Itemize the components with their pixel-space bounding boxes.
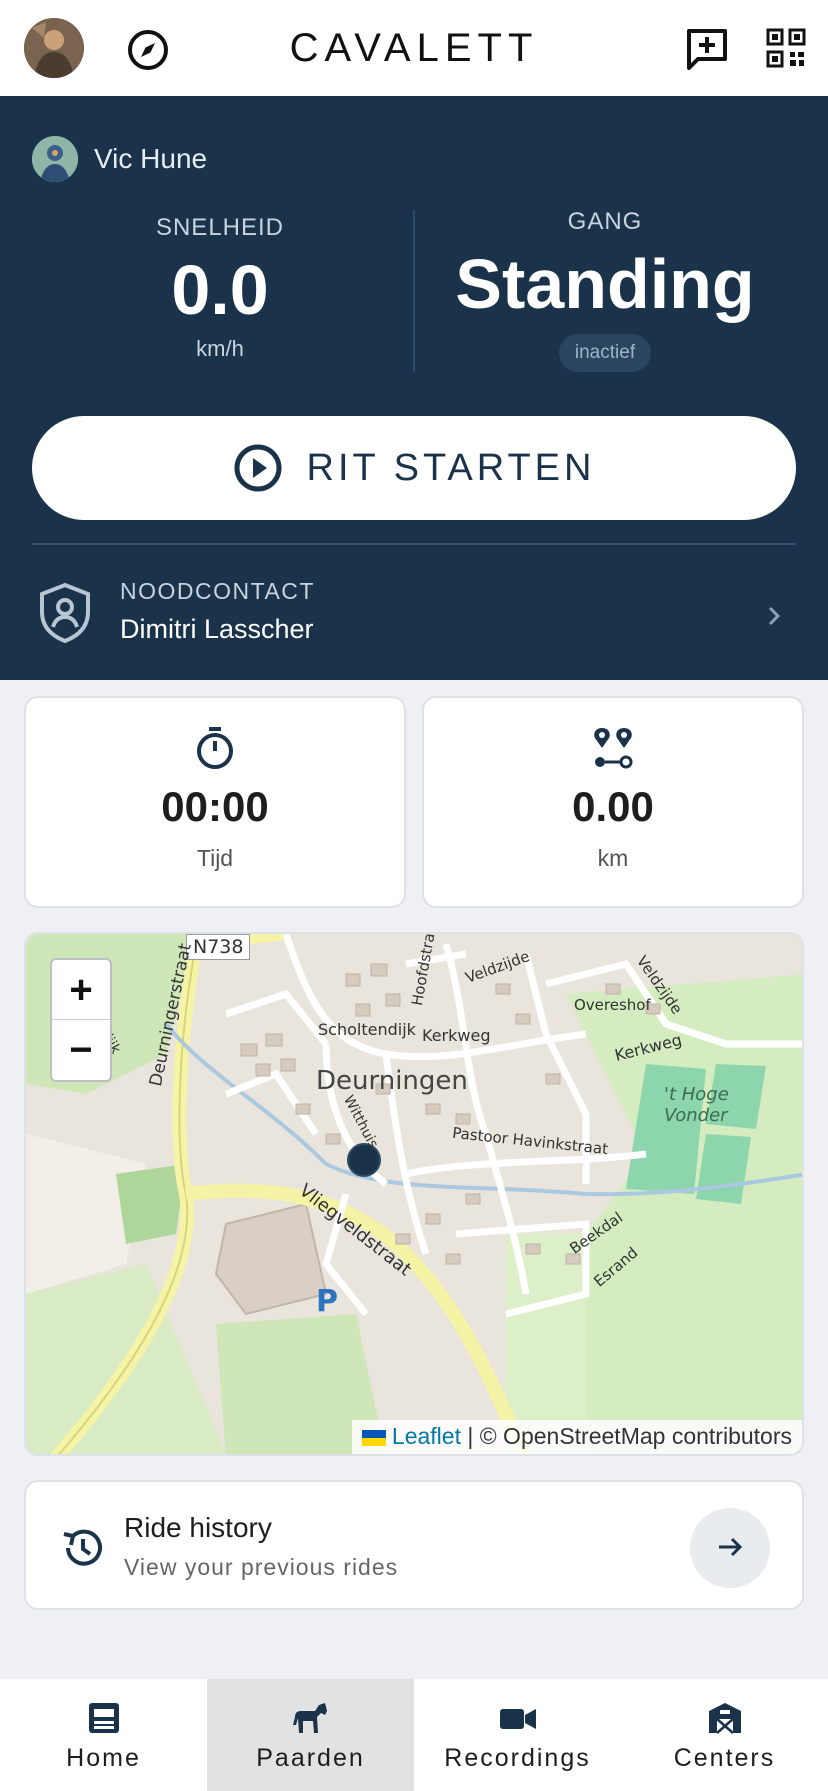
- time-label: Tijd: [196, 845, 234, 871]
- map-attribution: Leaflet | © OpenStreetMap contributors: [351, 1420, 802, 1454]
- nav-recordings-label: Recordings: [444, 1744, 591, 1772]
- qr-code-icon[interactable]: [766, 28, 806, 68]
- leaflet-link[interactable]: Leaflet: [392, 1423, 461, 1449]
- map-view[interactable]: N738 Deurningen Deurningerstraat Scholte…: [24, 932, 804, 1456]
- gait-value: Standing: [455, 245, 755, 323]
- arrow-right-icon: [719, 1537, 743, 1556]
- distance-value: 0.00: [572, 783, 654, 830]
- speed-label: SNELHEID: [155, 214, 285, 241]
- section-divider: [32, 543, 796, 545]
- chevron-right-icon: [768, 606, 781, 626]
- route-icon: [594, 728, 633, 769]
- gait-label: GANG: [567, 208, 643, 235]
- speed-unit: km/h: [196, 336, 244, 361]
- rider-name: Vic Hune: [94, 143, 208, 174]
- ride-panel: Vic Hune SNELHEID 0.0 km/h GANG Standing…: [0, 96, 828, 680]
- distance-card: 0.00 km: [422, 696, 804, 908]
- speed-stat: SNELHEID 0.0 km/h: [60, 214, 380, 362]
- timer-icon: [197, 727, 233, 769]
- shield-user-icon: [40, 582, 90, 644]
- time-card: 00:00 Tijd: [24, 696, 406, 908]
- rider-info: Vic Hune: [32, 136, 207, 182]
- nav-home[interactable]: Home: [0, 1679, 207, 1791]
- distance-label: km: [597, 845, 629, 871]
- map-label-town: Deurningen: [316, 1066, 468, 1096]
- nav-paarden[interactable]: Paarden: [207, 1679, 414, 1791]
- play-circle-icon: [234, 444, 282, 492]
- emergency-name: Dimitri Lasscher: [120, 614, 314, 644]
- speed-value: 0.0: [171, 251, 269, 329]
- zoom-in-button[interactable]: +: [52, 960, 110, 1020]
- ride-history-subtitle: View your previous rides: [124, 1554, 399, 1580]
- video-camera-icon: [499, 1709, 536, 1729]
- home-icon: [88, 1703, 119, 1733]
- barn-icon: [708, 1703, 741, 1734]
- osm-attribution: | © OpenStreetMap contributors: [467, 1423, 792, 1449]
- time-value: 00:00: [161, 783, 269, 830]
- ride-history-card[interactable]: Ride history View your previous rides: [24, 1480, 804, 1610]
- map-label-hoge-vonder: 't Hoge Vonder: [664, 1084, 729, 1126]
- nav-recordings[interactable]: Recordings: [414, 1679, 621, 1791]
- start-ride-button[interactable]: RIT STARTEN: [32, 416, 796, 520]
- nav-paarden-label: Paarden: [256, 1744, 365, 1772]
- history-icon: [63, 1529, 102, 1566]
- map-label-parking: P: [316, 1284, 338, 1319]
- map-label-overeshof: Overeshof: [574, 996, 651, 1014]
- map-tiles: [26, 934, 802, 1454]
- rider-avatar: [32, 136, 78, 182]
- gait-status-badge: inactief: [558, 334, 652, 372]
- start-ride-label: RIT STARTEN: [306, 446, 596, 489]
- map-zoom-control: + −: [50, 958, 112, 1082]
- zoom-out-button[interactable]: −: [52, 1020, 110, 1080]
- top-bar: CAVALETT: [0, 0, 828, 96]
- emergency-contact[interactable]: NOODCONTACT Dimitri Lasscher: [32, 568, 796, 668]
- ukraine-flag-icon: [361, 1429, 386, 1446]
- map-label-n738: N738: [186, 934, 251, 960]
- nav-home-label: Home: [66, 1744, 141, 1772]
- map-label-scholtendijk: Scholtendijk: [318, 1020, 416, 1039]
- horse-icon: [292, 1703, 327, 1733]
- ride-history-open-button[interactable]: [690, 1508, 770, 1588]
- nav-centers-label: Centers: [673, 1744, 776, 1772]
- nav-centers[interactable]: Centers: [621, 1679, 828, 1791]
- map-label-kerkweg: Kerkweg: [422, 1026, 491, 1045]
- emergency-label: NOODCONTACT: [120, 578, 315, 604]
- message-plus-icon[interactable]: [684, 26, 730, 72]
- stat-divider: [413, 210, 415, 372]
- gait-stat: GANG Standing inactief: [420, 208, 790, 372]
- ride-history-title: Ride history: [124, 1512, 272, 1543]
- bottom-nav: Home Paarden Recordings Centers: [0, 1679, 828, 1791]
